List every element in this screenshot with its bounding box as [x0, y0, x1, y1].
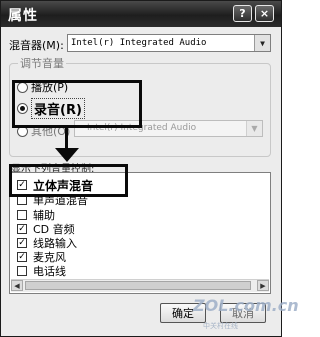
list-item-aux[interactable]: 辅助 — [17, 208, 55, 222]
checkbox[interactable] — [17, 210, 27, 220]
checkbox[interactable]: ✓ — [17, 224, 27, 234]
annotation-box-recording — [12, 80, 142, 128]
title-bar: 属性 ? × — [1, 1, 281, 27]
list-item-cd-audio[interactable]: ✓ CD 音频 — [17, 222, 75, 236]
mixer-select[interactable]: Intel(r) Integrated Audio ▼ — [67, 34, 271, 52]
chevron-down-icon[interactable]: ▼ — [254, 35, 270, 51]
list-item-line-in[interactable]: ✓ 线路输入 — [17, 236, 77, 250]
adjust-volume-title: 调节音量 — [18, 55, 66, 71]
annotation-box-stereo-mix — [9, 164, 128, 197]
list-item-microphone[interactable]: ✓ 麦克风 — [17, 250, 66, 264]
horizontal-scrollbar[interactable]: ◀ ▶ — [11, 279, 269, 292]
list-item-phone-line[interactable]: 电话线 — [17, 264, 66, 278]
checkbox[interactable]: ✓ — [17, 252, 27, 262]
help-button[interactable]: ? — [233, 5, 252, 22]
watermark-subtext: 中关村在线 — [203, 322, 238, 330]
scroll-right-icon[interactable]: ▶ — [257, 280, 269, 291]
mixer-select-value: Intel(r) Integrated Audio — [71, 38, 207, 48]
chevron-down-icon: ▼ — [246, 121, 262, 136]
close-button[interactable]: × — [255, 5, 274, 22]
list-item-label: 电话线 — [33, 265, 66, 278]
scrollbar-thumb[interactable] — [25, 281, 251, 290]
window-title: 属性 — [8, 8, 38, 24]
checkbox[interactable] — [17, 266, 27, 276]
annotation-arrow-shaft — [65, 128, 68, 150]
watermark-logo: ZOL.com.cn — [193, 296, 299, 315]
scroll-left-icon[interactable]: ◀ — [11, 280, 23, 291]
mixer-label: 混音器(M): — [9, 39, 64, 52]
checkbox[interactable]: ✓ — [17, 238, 27, 248]
